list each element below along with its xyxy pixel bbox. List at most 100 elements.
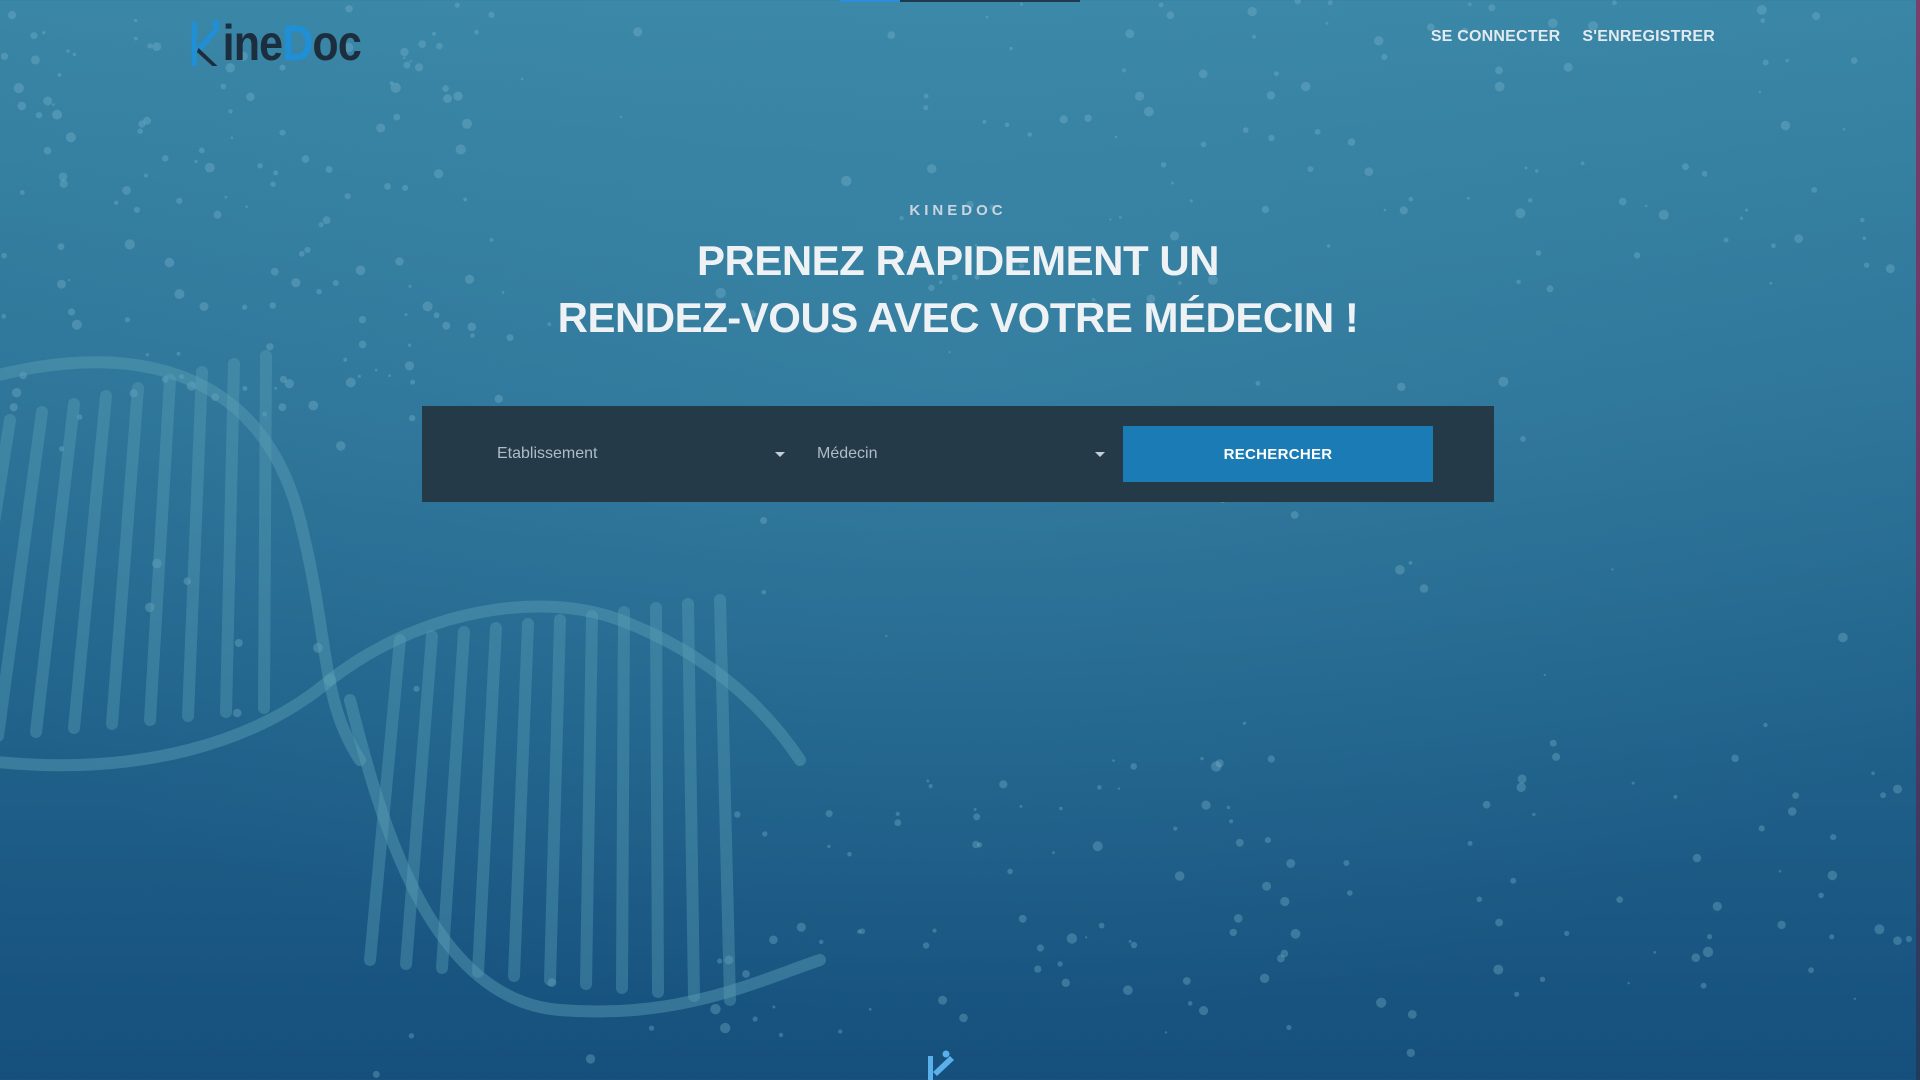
background-dot (720, 1022, 731, 1034)
background-dot (973, 813, 981, 821)
background-dot (734, 811, 741, 818)
background-dot (1763, 722, 1768, 728)
background-dot (1280, 949, 1289, 958)
background-dot (760, 517, 768, 524)
background-dot (301, 155, 310, 163)
background-dot (409, 414, 416, 422)
background-dot (1564, 930, 1570, 937)
doctor-select[interactable]: Médecin (817, 426, 1117, 482)
background-dot (1173, 826, 1178, 831)
background-dot (1691, 953, 1701, 962)
background-dot (1117, 787, 1121, 790)
background-dot (1200, 756, 1204, 761)
helix-rung (258, 350, 272, 714)
background-dot (1164, 1031, 1168, 1034)
background-dot (1467, 196, 1470, 200)
background-dot (1543, 673, 1547, 677)
background-dot (145, 602, 155, 613)
search-panel: Etablissement Médecin RECHERCHER (422, 406, 1494, 502)
background-dot (161, 376, 169, 383)
background-dot (336, 441, 346, 451)
background-dot (999, 780, 1008, 789)
background-dot (1712, 901, 1722, 912)
background-dot (325, 166, 333, 173)
background-dot (1259, 973, 1270, 983)
background-dot (1199, 1006, 1209, 1016)
background-dot (1130, 941, 1138, 949)
background-dot (1498, 376, 1509, 387)
background-dot (895, 811, 900, 816)
background-dot (257, 163, 263, 169)
background-dot (52, 109, 63, 120)
background-dot (1549, 739, 1557, 747)
background-dot (959, 1013, 968, 1023)
background-dot (278, 403, 287, 412)
background-dot (384, 183, 391, 190)
background-dot (710, 1004, 721, 1015)
background-dot (1314, 128, 1321, 135)
background-dot (410, 379, 416, 385)
login-link[interactable]: SE CONNECTER (1431, 28, 1561, 46)
establishment-select[interactable]: Etablissement (497, 426, 797, 482)
background-dot (948, 350, 951, 354)
background-dot (313, 642, 323, 653)
background-dot (926, 779, 930, 783)
background-dot (1235, 838, 1244, 847)
background-dot (1535, 169, 1539, 173)
background-dot (232, 708, 242, 718)
background-dot (1707, 934, 1713, 940)
background-dot (923, 93, 929, 99)
background-dot (1395, 565, 1405, 575)
background-dot (1187, 1001, 1193, 1006)
background-dot (819, 939, 824, 945)
background-dot (1376, 997, 1387, 1008)
background-dot (19, 371, 27, 380)
background-dot (1808, 967, 1814, 974)
background-dot (402, 184, 409, 191)
background-dot (859, 928, 866, 935)
background-dot (1552, 752, 1561, 761)
background-dot (220, 83, 227, 90)
background-dot (1364, 167, 1374, 177)
background-dot (1827, 870, 1838, 881)
background-dot (1160, 162, 1167, 168)
background-dot (1514, 991, 1520, 997)
background-dot (434, 169, 444, 179)
window-edge (1916, 0, 1920, 1080)
background-dot (35, 112, 43, 119)
background-dot (1343, 860, 1350, 866)
background-dot (279, 129, 286, 136)
background-dot (1307, 166, 1314, 173)
background-dot (13, 83, 24, 94)
background-dot (284, 379, 294, 389)
background-dot (494, 394, 503, 404)
kinedoc-logo[interactable]: ine Doc (190, 12, 362, 68)
background-dot (455, 144, 466, 155)
search-button[interactable]: RECHERCHER (1123, 426, 1433, 482)
background-dot (162, 155, 169, 162)
background-dot (1692, 853, 1702, 863)
background-dot (1290, 928, 1301, 939)
background-dot (145, 353, 149, 357)
background-dot (1112, 759, 1115, 762)
background-dot (1182, 977, 1191, 985)
background-dot (224, 195, 228, 199)
background-dot (1408, 196, 1414, 202)
background-dot (51, 103, 55, 106)
background-dot (228, 109, 233, 114)
background-dot (234, 639, 243, 647)
register-link[interactable]: S'ENREGISTRER (1582, 28, 1715, 46)
background-dot (1018, 914, 1027, 923)
background-dot (43, 96, 53, 106)
helix-rung (400, 630, 438, 970)
background-dot (273, 170, 279, 176)
background-dot (1482, 800, 1491, 809)
background-dot (585, 1054, 596, 1064)
background-dot (1494, 81, 1505, 92)
background-dot (374, 368, 378, 372)
background-dot (76, 414, 83, 420)
background-dot (1286, 859, 1296, 868)
background-dot (262, 411, 268, 417)
background-dot (194, 159, 198, 164)
kinedoc-k-logo-icon (191, 20, 220, 66)
